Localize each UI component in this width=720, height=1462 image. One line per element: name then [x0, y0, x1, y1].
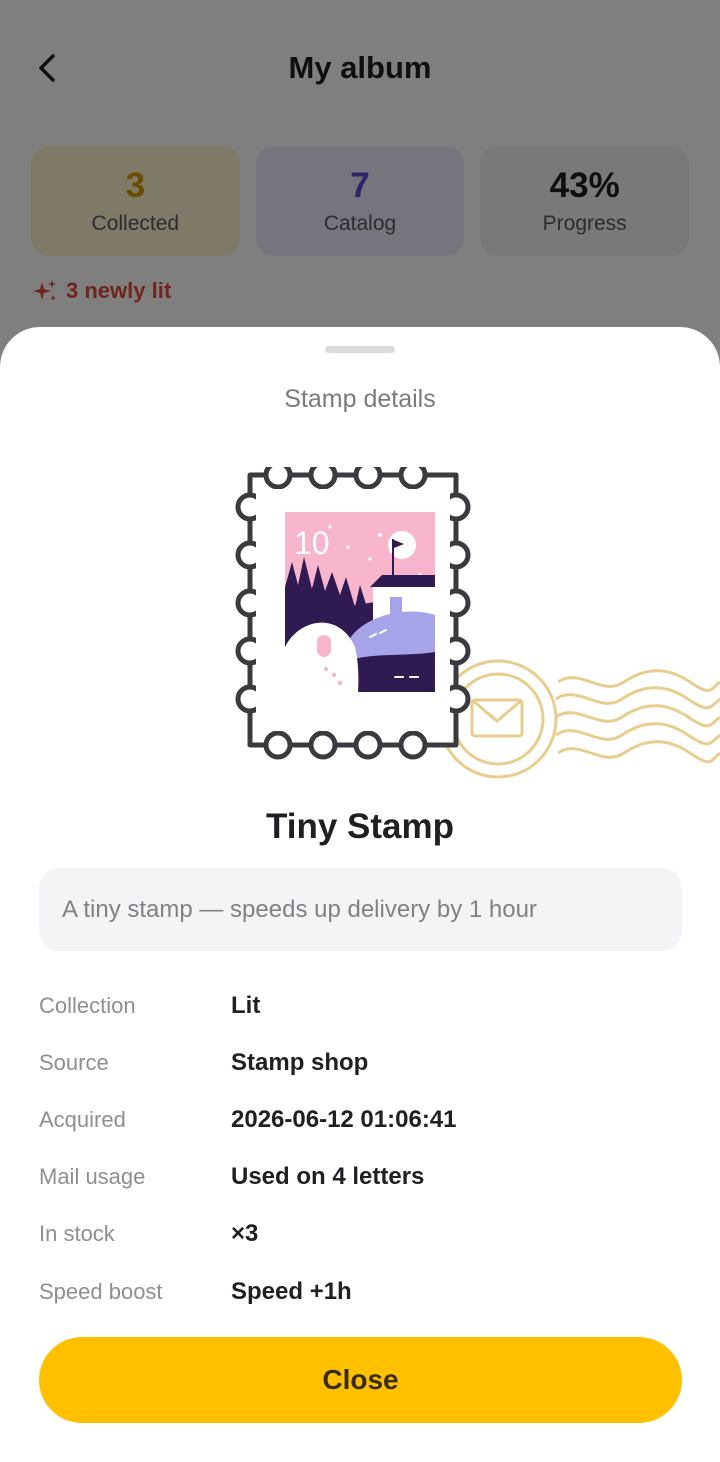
detail-row-source: Source Stamp shop: [39, 1034, 681, 1091]
close-button[interactable]: Close: [39, 1337, 682, 1423]
detail-key: Collection: [39, 992, 136, 1018]
detail-row-collection: Collection Lit: [39, 977, 681, 1034]
postmark-icon: [438, 659, 720, 779]
detail-value: Lit: [231, 991, 261, 1019]
detail-row-acquired: Acquired 2026-06-12 01:06:41: [39, 1091, 681, 1148]
item-name: Tiny Stamp: [265, 807, 454, 846]
detail-value: 2026-06-12 01:06:41: [231, 1105, 457, 1133]
detail-key: Acquired: [39, 1106, 126, 1132]
sheet-title: Stamp details: [284, 385, 436, 413]
stamp-details-sheet: Stamp details 10 Tiny Stamp A tiny stamp…: [0, 327, 720, 1462]
detail-value: Stamp shop: [231, 1048, 369, 1076]
detail-key: Speed boost: [39, 1278, 163, 1304]
detail-key: In stock: [39, 1221, 115, 1247]
detail-key: Mail usage: [39, 1164, 146, 1190]
description-text: A tiny stamp — speeds up delivery by 1 h…: [62, 895, 537, 923]
detail-value: Speed +1h: [231, 1277, 352, 1305]
details-list: Collection Lit Source Stamp shop Acquire…: [39, 977, 681, 1320]
detail-row-mail-usage: Mail usage Used on 4 letters: [39, 1149, 681, 1206]
stamp-svg: 10: [235, 460, 720, 779]
description-box: A tiny stamp — speeds up delivery by 1 h…: [39, 868, 682, 951]
detail-row-in-stock: In stock ×3: [39, 1206, 681, 1263]
drag-handle[interactable]: [325, 346, 395, 353]
detail-row-speed-boost: Speed boost Speed +1h: [39, 1263, 681, 1320]
stamp-icon: 10: [235, 460, 471, 760]
detail-key: Source: [39, 1049, 109, 1075]
detail-value: Used on 4 letters: [231, 1163, 425, 1191]
detail-value: ×3: [231, 1220, 259, 1248]
stamp-illustration: 10: [230, 460, 720, 797]
stamp-face-value: 10: [294, 525, 330, 561]
